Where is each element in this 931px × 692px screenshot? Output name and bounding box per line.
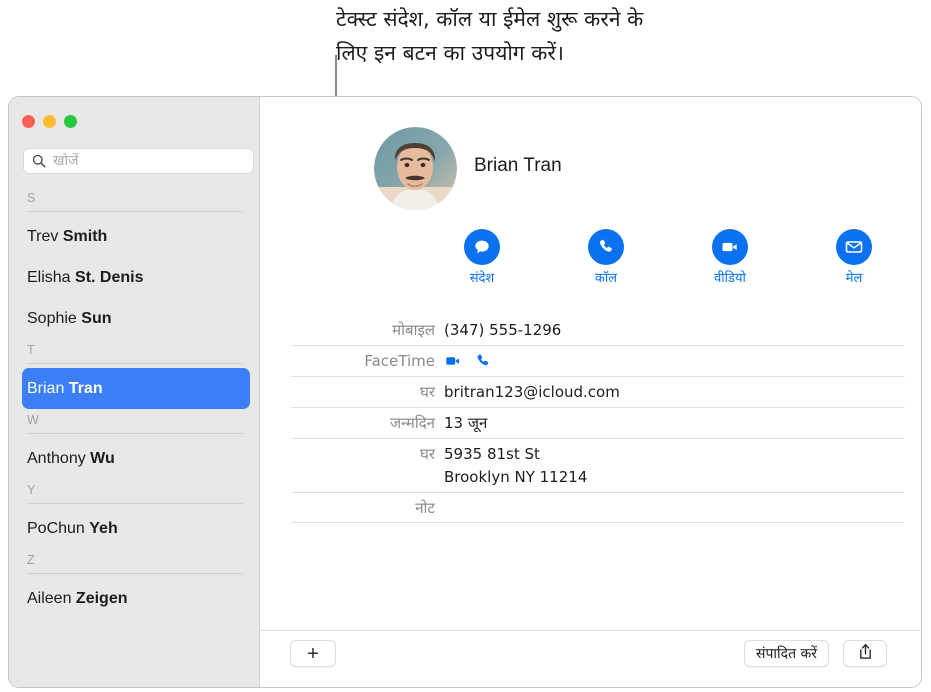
contact-list-item-name: Trev Smith [27, 228, 107, 246]
contact-detail-pane: Brian Tran संदेश कॉल वीडियो मेल मोबाइल (347)… [260, 97, 921, 687]
contact-field-row: मोबाइल (347) 555-1296 [291, 315, 905, 346]
share-icon [858, 643, 873, 665]
contact-list-item[interactable]: Anthony Wu [22, 438, 250, 479]
contact-last-name: Smith [62, 227, 108, 245]
phone-icon[interactable] [474, 352, 492, 370]
section-header-z: Z [23, 549, 251, 578]
contact-field-label: घर [419, 445, 435, 463]
contact-list[interactable]: S Trev Smith Elisha St. Denis Sophie Sun T Br… [9, 187, 259, 687]
action-button-label: वीडियो [714, 271, 746, 286]
contact-list-item-name: Elisha St. Denis [27, 269, 144, 287]
contact-field-label: जन्मदिन [389, 414, 435, 432]
contact-list-item[interactable]: Trev Smith [22, 216, 250, 257]
section-letter: Z [27, 553, 35, 567]
contact-header: Brian Tran [260, 97, 921, 210]
section-letter: Y [27, 483, 36, 497]
contact-name: Brian Tran [474, 155, 562, 176]
plus-icon: + [307, 642, 319, 665]
contact-list-item[interactable]: PoChun Yeh [22, 508, 250, 549]
contact-last-name: Yeh [89, 519, 118, 537]
contact-last-name: St. Denis [75, 268, 144, 286]
contact-list-item[interactable]: Aileen Zeigen [22, 578, 250, 619]
callout-annotation-text: टेक्स्ट संदेश, कॉल या ईमेल शुरू करने के … [336, 7, 644, 65]
section-divider [27, 503, 243, 504]
contact-list-item-name: Aileen Zeigen [27, 590, 127, 608]
edit-button[interactable]: संपादित करें [743, 640, 829, 667]
contact-field-value: 5935 81st St Brooklyn NY 11214 [444, 445, 588, 486]
contact-field-value: (347) 555-1296 [444, 321, 562, 339]
contact-last-name: Sun [81, 309, 112, 327]
contact-list-item-name: Brian Tran [27, 380, 103, 398]
phone-icon [588, 229, 624, 265]
section-letter: S [27, 191, 36, 205]
contact-first-name: PoChun [27, 519, 90, 537]
section-divider [27, 573, 243, 574]
contact-field-label: नोट [415, 499, 435, 517]
contact-field-value [444, 350, 492, 373]
contact-fields: मोबाइल (347) 555-1296 FaceTime घर britran123… [291, 315, 905, 523]
contact-last-name: Tran [68, 379, 103, 397]
envelope-icon [836, 229, 872, 265]
video-camera-icon[interactable] [444, 352, 462, 370]
contact-first-name: Aileen [27, 589, 76, 607]
contact-list-item-name: PoChun Yeh [27, 520, 118, 538]
contact-field-row: घर 5935 81st St Brooklyn NY 11214 [291, 439, 905, 493]
contact-first-name: Elisha [27, 268, 76, 286]
sidebar: S Trev Smith Elisha St. Denis Sophie Sun T Br… [9, 97, 260, 687]
action-button-message-bubble[interactable]: संदेश [446, 229, 518, 288]
video-camera-icon [712, 229, 748, 265]
section-letter: T [27, 343, 35, 357]
contact-field-row: घर britran123@icloud.com [291, 377, 905, 408]
add-contact-button[interactable]: + [290, 640, 336, 667]
contact-last-name: Zeigen [75, 589, 128, 607]
section-header-t: T [23, 339, 251, 368]
close-button[interactable] [22, 115, 35, 128]
contact-field-value: 13 जून [444, 414, 488, 432]
contact-field-row: FaceTime [291, 346, 905, 377]
search-input[interactable] [53, 153, 233, 169]
maximize-button[interactable] [64, 115, 77, 128]
section-letter: W [27, 413, 39, 427]
contact-field-value: britran123@icloud.com [444, 383, 620, 401]
avatar[interactable] [374, 127, 457, 210]
action-button-label: संदेश [469, 271, 495, 286]
contact-first-name: Anthony [27, 449, 91, 467]
action-button-video-camera[interactable]: वीडियो [694, 229, 766, 288]
contact-field-label: FaceTime [364, 352, 435, 370]
section-header-s: S [23, 187, 251, 216]
window-controls [22, 115, 77, 128]
action-button-envelope[interactable]: मेल [818, 229, 890, 288]
contact-first-name: Sophie [27, 309, 82, 327]
contact-last-name: Wu [90, 449, 115, 467]
action-button-label: कॉल [594, 271, 618, 286]
action-button-phone[interactable]: कॉल [570, 229, 642, 288]
message-bubble-icon [464, 229, 500, 265]
contact-list-item[interactable]: Sophie Sun [22, 298, 250, 339]
section-divider [27, 433, 243, 434]
contact-field-label: मोबाइल [392, 321, 435, 339]
search-icon [32, 154, 46, 168]
contact-first-name: Brian [27, 379, 69, 397]
contact-field-row: जन्मदिन 13 जून [291, 408, 905, 439]
share-button[interactable] [843, 640, 887, 667]
contact-action-buttons: संदेश कॉल वीडियो मेल [446, 229, 890, 288]
section-divider [27, 211, 243, 212]
contact-first-name: Trev [27, 227, 63, 245]
minimize-button[interactable] [43, 115, 56, 128]
contact-list-item[interactable]: Brian Tran [22, 368, 250, 409]
contacts-window: S Trev Smith Elisha St. Denis Sophie Sun T Br… [8, 96, 922, 688]
contact-field-label: घर [419, 383, 435, 401]
contact-list-item-name: Sophie Sun [27, 310, 111, 328]
contact-list-item[interactable]: Elisha St. Denis [22, 257, 250, 298]
section-header-w: W [23, 409, 251, 438]
section-divider [27, 363, 243, 364]
search-field[interactable] [23, 148, 254, 174]
bottom-toolbar: + संपादित करें [260, 630, 921, 687]
action-button-label: मेल [845, 271, 863, 286]
contact-list-item-name: Anthony Wu [27, 450, 115, 468]
contact-field-row: नोट [291, 493, 905, 523]
section-header-y: Y [23, 479, 251, 508]
